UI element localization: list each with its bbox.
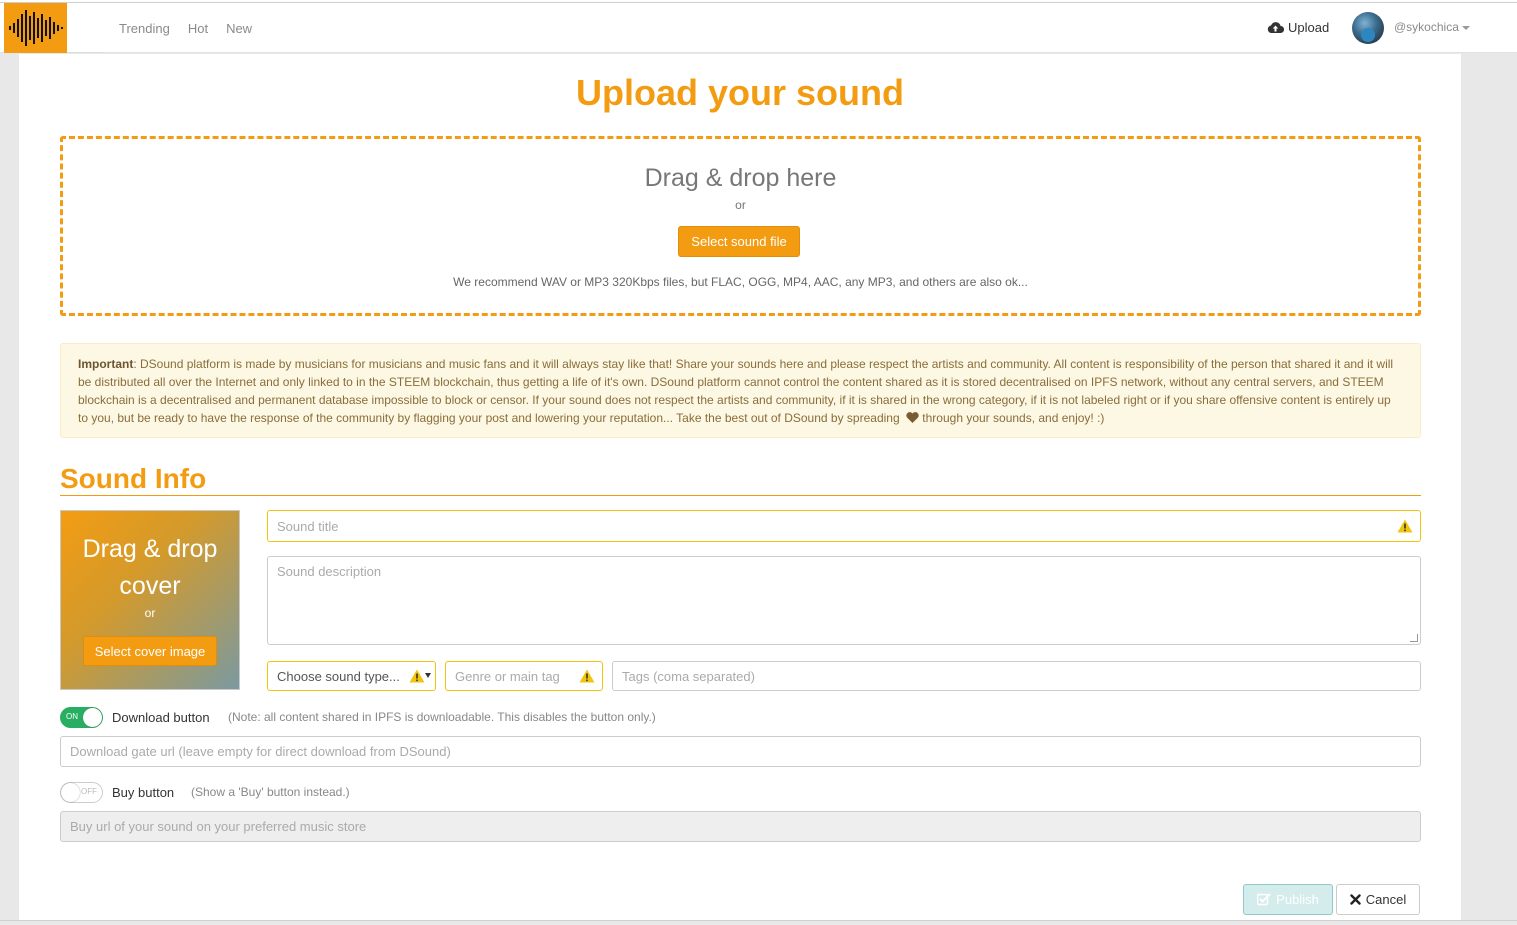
- cancel-button[interactable]: Cancel: [1336, 884, 1420, 915]
- dropzone-or: or: [735, 198, 746, 212]
- genre-placeholder: Genre or main tag: [455, 668, 560, 684]
- toggle-state: OFF: [81, 787, 97, 796]
- resize-handle-icon[interactable]: [1410, 634, 1418, 642]
- sound-description-input[interactable]: Sound description: [267, 556, 1421, 645]
- cover-dropzone[interactable]: Drag & drop cover or Select cover image: [60, 510, 240, 690]
- user-menu[interactable]: @sykochica: [1394, 20, 1470, 34]
- close-icon: [1350, 894, 1361, 905]
- sound-title-placeholder: Sound title: [277, 518, 339, 534]
- dsound-logo-icon[interactable]: [4, 3, 67, 53]
- genre-input[interactable]: Genre or main tag: [445, 661, 603, 691]
- toggle-knob: [83, 708, 102, 727]
- download-note: (Note: all content shared in IPFS is dow…: [228, 710, 656, 724]
- buy-button-label: Buy button: [112, 785, 175, 800]
- sound-type-select[interactable]: Choose sound type...: [267, 661, 436, 691]
- tags-placeholder: Tags (coma separated): [622, 668, 755, 684]
- download-gate-url-input[interactable]: Download gate url (leave empty for direc…: [60, 736, 1421, 767]
- nav-link-new[interactable]: New: [226, 21, 252, 36]
- page-title: Upload your sound: [576, 72, 904, 113]
- cloud-upload-icon: [1267, 22, 1284, 34]
- toggle-knob: [61, 783, 80, 802]
- username: @sykochica: [1394, 20, 1459, 34]
- nav-link-trending[interactable]: Trending: [119, 21, 170, 36]
- download-button-label: Download button: [112, 710, 210, 725]
- warning-icon: [1397, 519, 1413, 533]
- buy-url-placeholder: Buy url of your sound on your preferred …: [70, 819, 367, 834]
- sound-title-input[interactable]: Sound title: [267, 510, 1421, 542]
- checkbox-icon: [1257, 893, 1271, 906]
- toggle-state: ON: [66, 712, 78, 721]
- sound-type-value: Choose sound type...: [277, 668, 400, 684]
- buy-note: (Show a 'Buy' button instead.): [191, 785, 350, 799]
- right-gutter: [1461, 54, 1517, 925]
- navbar: Trending Hot New Upload @sykochica: [0, 3, 1517, 53]
- buy-url-input[interactable]: Buy url of your sound on your preferred …: [60, 811, 1421, 842]
- nav-link-hot[interactable]: Hot: [188, 21, 208, 36]
- select-sound-file-button[interactable]: Select sound file: [678, 226, 800, 257]
- chevron-down-icon: [425, 673, 431, 678]
- upload-label: Upload: [1288, 20, 1330, 35]
- avatar[interactable]: [1352, 12, 1384, 44]
- warning-icon: [409, 669, 425, 683]
- notice-text-end: through your sounds, and enjoy! :): [918, 411, 1105, 425]
- dropzone-title: Drag & drop here: [644, 164, 837, 192]
- upload-page: Upload your sound Drag & drop here or Se…: [19, 54, 1461, 920]
- left-gutter: [0, 54, 19, 925]
- nav-links: Trending Hot New: [110, 3, 261, 53]
- download-toggle[interactable]: ON: [60, 707, 103, 728]
- download-url-placeholder: Download gate url (leave empty for direc…: [70, 744, 451, 759]
- logo-underline: [67, 52, 105, 53]
- section-divider: [60, 495, 1421, 496]
- cover-or: or: [144, 606, 156, 620]
- warning-icon: [579, 669, 595, 683]
- tags-input[interactable]: Tags (coma separated): [612, 661, 1421, 691]
- sound-info-title: Sound Info: [60, 463, 207, 494]
- publish-button[interactable]: Publish: [1243, 884, 1333, 915]
- chevron-down-icon: [1461, 25, 1470, 30]
- notice-text: : DSound platform is made by musicians f…: [78, 357, 1394, 425]
- window-bottom-edge: [0, 920, 1517, 925]
- select-cover-image-button[interactable]: Select cover image: [83, 636, 217, 666]
- cancel-label: Cancel: [1365, 892, 1407, 907]
- upload-link[interactable]: Upload: [1267, 20, 1329, 35]
- buy-toggle[interactable]: OFF: [60, 782, 103, 803]
- cover-title: Drag & drop cover: [82, 535, 218, 600]
- notice-label: Important: [78, 357, 134, 371]
- sound-dropzone[interactable]: Drag & drop here or Select sound file We…: [60, 136, 1421, 316]
- publish-label: Publish: [1276, 892, 1319, 907]
- heart-icon: [906, 412, 919, 423]
- dropzone-hint: We recommend WAV or MP3 320Kbps files, b…: [453, 275, 1028, 289]
- important-notice: Important: DSound platform is made by mu…: [60, 343, 1421, 438]
- sound-description-placeholder: Sound description: [277, 564, 382, 579]
